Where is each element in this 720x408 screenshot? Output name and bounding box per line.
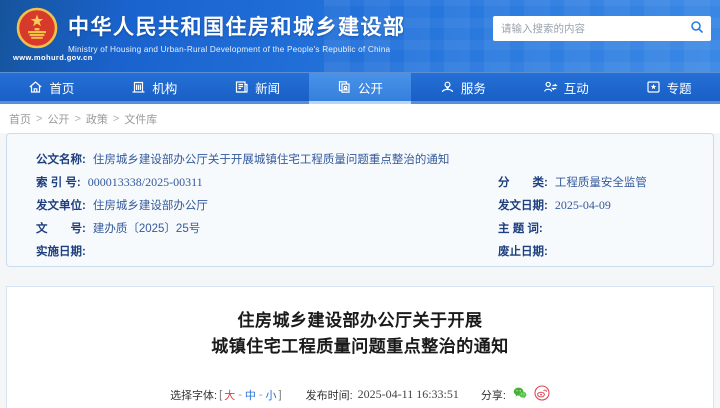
issuing-unit-label: 发文单位: [36,199,86,212]
font-selector-bracket-open: [ [219,388,223,401]
publish-time-label: 发布时间: [305,389,353,402]
info-row: 索 引 号: 000013338/2025-00311 分 类: 工程质量安全监… [36,170,695,193]
article-title-line1: 住房城乡建设部办公厅关于开展 [237,311,483,330]
nav-label: 机构 [152,81,178,96]
search-icon [690,20,704,37]
nav-item-interaction[interactable]: 互动 [514,73,618,104]
font-size-small-button[interactable]: 小 [266,387,277,403]
info-cell: 公文名称: 住房城乡建设部办公厅关于开展城镇住宅工程质量问题重点整治的通知 [36,151,449,167]
article-title-line2: 城镇住宅工程质量问题重点整治的通知 [211,337,509,356]
info-cell: 废止日期: [498,243,695,259]
nav-item-services[interactable]: 服务 [411,73,515,104]
info-cell: 索 引 号: 000013338/2025-00311 [36,174,498,190]
search-box [493,16,711,41]
breadcrumb-library[interactable]: 文件库 [124,111,157,127]
nav-label: 公开 [358,81,384,96]
nav-label: 互动 [563,81,589,96]
site-name-english: Ministry of Housing and Urban-Rural Deve… [68,45,391,54]
font-size-medium-button[interactable]: 中 [245,387,256,403]
index-number-label: 索 引 号: [36,176,81,189]
share-wechat-button[interactable] [512,385,528,404]
interaction-icon [543,80,558,94]
breadcrumb-policy[interactable]: 政策 [86,111,108,127]
breadcrumb-disclosure[interactable]: 公开 [47,111,69,127]
search-input[interactable] [493,22,683,35]
index-number-value: 000013338/2025-00311 [87,174,203,189]
info-row: 发文单位: 住房城乡建设部办公厅 发文日期: 2025-04-09 [36,193,695,216]
nav-label: 专题 [666,81,692,96]
font-selector-label: 选择字体: [170,389,218,402]
info-cell: 文 号: 建办质〔2025〕25号 [36,220,498,236]
category-value: 工程质量安全监管 [554,176,647,189]
nav-item-topics[interactable]: 专题 [617,73,720,104]
site-title-block: 中华人民共和国住房和城乡建设部 Ministry of Housing and … [68,11,406,54]
doc-title-label: 公文名称: [36,153,86,166]
document-info-panel: 公文名称: 住房城乡建设部办公厅关于开展城镇住宅工程质量问题重点整治的通知 索 … [6,133,714,267]
nav-label: 新闻 [255,81,281,96]
issue-date-label: 发文日期: [498,199,548,212]
category-label: 分 类: [498,176,548,189]
breadcrumb-separator: > [74,112,81,125]
search-button[interactable] [683,16,711,41]
doc-title-value: 住房城乡建设部办公厅关于开展城镇住宅工程质量问题重点整治的通知 [92,153,450,166]
info-row: 文 号: 建办质〔2025〕25号 主 题 词: [36,216,695,239]
info-row-title: 公文名称: 住房城乡建设部办公厅关于开展城镇住宅工程质量问题重点整治的通知 [36,147,695,170]
nav-label: 首页 [49,81,75,96]
article-meta-bar: 选择字体: [ 大 - 中 - 小 ] 发布时间: 2025-04-11 16:… [7,385,713,404]
effective-date-label: 实施日期: [36,245,86,258]
site-url[interactable]: www.mohurd.gov.cn [13,53,93,62]
nav-label: 服务 [460,81,486,96]
disclosure-icon [337,80,352,94]
national-emblem-icon [16,7,58,49]
info-row: 实施日期: 废止日期: [36,239,695,262]
doc-number-value: 建办质〔2025〕25号 [92,222,201,235]
home-icon [28,80,43,94]
nav-item-home[interactable]: 首页 [0,73,103,104]
font-selector-separator: - [238,388,242,401]
organization-icon [131,80,146,94]
issue-date-value: 2025-04-09 [554,197,611,212]
nav-item-news[interactable]: 新闻 [205,73,309,104]
font-selector-bracket-close: ] [278,388,282,401]
info-cell: 实施日期: [36,243,498,259]
weibo-icon [534,385,550,404]
breadcrumb: 首页 > 公开 > 政策 > 文件库 [0,104,720,133]
issuing-unit-value: 住房城乡建设部办公厅 [92,199,208,212]
site-name: 中华人民共和国住房和城乡建设部 [68,16,406,39]
main-nav: 首页 机构 新闻 公开 服务 互动 专题 [0,72,720,104]
breadcrumb-separator: > [36,112,43,125]
wechat-icon [512,385,528,404]
share-weibo-button[interactable] [534,385,550,404]
doc-number-label: 文 号: [36,222,86,235]
publish-time-value: 2025-04-11 16:33:51 [357,387,459,401]
keywords-label: 主 题 词: [498,222,543,235]
breadcrumb-home[interactable]: 首页 [9,111,31,127]
news-icon [234,80,249,94]
info-cell: 发文日期: 2025-04-09 [498,197,695,213]
services-icon [440,80,455,94]
site-header: www.mohurd.gov.cn 中华人民共和国住房和城乡建设部 Minist… [0,0,720,72]
font-selector-separator: - [258,388,263,401]
font-size-large-button[interactable]: 大 [224,387,235,403]
article-title: 住房城乡建设部办公厅关于开展 城镇住宅工程质量问题重点整治的通知 [7,308,713,360]
topics-icon [646,80,661,94]
breadcrumb-separator: > [112,112,120,125]
repeal-date-label: 废止日期: [498,245,548,258]
panel-gap [0,267,720,286]
info-cell: 主 题 词: [498,220,695,236]
article-panel: 住房城乡建设部办公厅关于开展 城镇住宅工程质量问题重点整治的通知 选择字体: [… [6,286,714,408]
nav-item-disclosure[interactable]: 公开 [308,73,412,104]
nav-item-organization[interactable]: 机构 [102,73,206,104]
info-cell: 发文单位: 住房城乡建设部办公厅 [36,197,498,213]
share-label: 分享: [480,389,506,402]
info-cell: 分 类: 工程质量安全监管 [498,174,695,190]
